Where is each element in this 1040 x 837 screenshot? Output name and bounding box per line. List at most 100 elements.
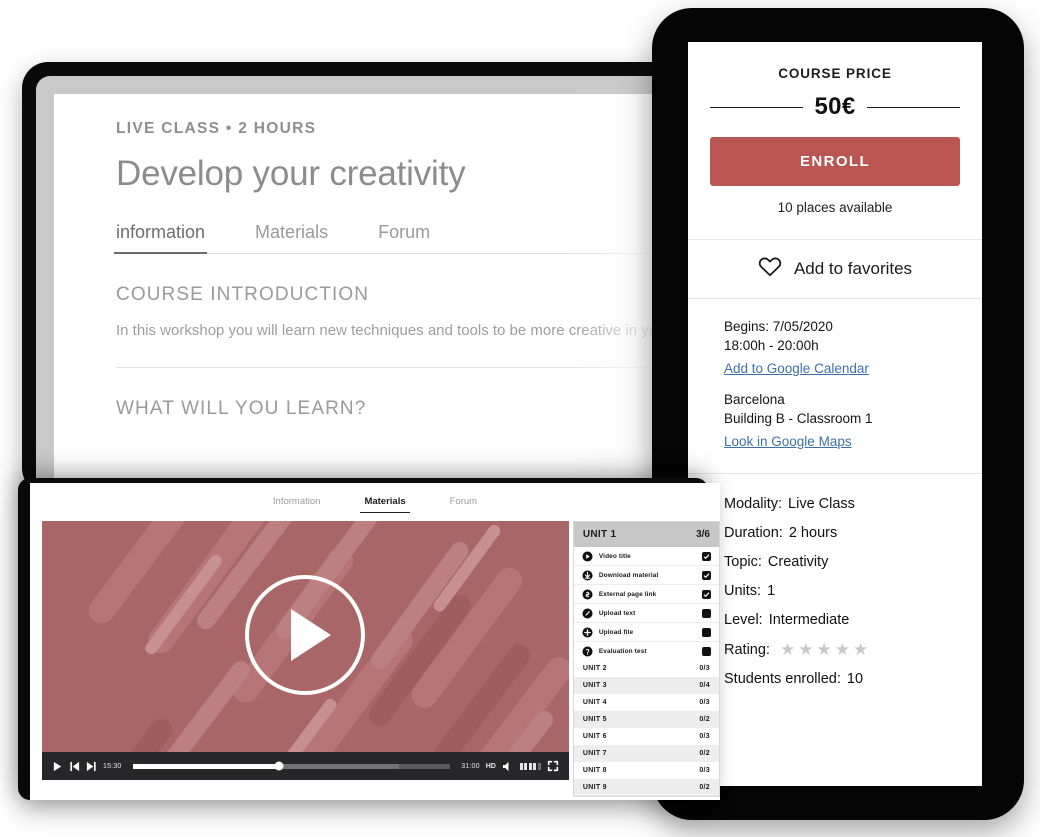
specs-block: Modality: Live Class Duration: 2 hours T… — [688, 473, 982, 709]
skip-next-icon[interactable] — [86, 761, 97, 772]
lesson-checkbox[interactable] — [702, 608, 711, 618]
tab-materials[interactable]: Materials — [255, 222, 328, 253]
lesson-checkbox[interactable] — [702, 627, 711, 637]
add-to-favorites-button[interactable]: Add to favorites — [710, 240, 960, 298]
spec-units-key: Units: — [724, 583, 762, 599]
begins-value: 7/05/2020 — [772, 319, 833, 334]
laptop-tab-information[interactable]: Information — [273, 496, 321, 513]
lesson-row[interactable]: Evaluation test — [574, 642, 719, 660]
lesson-row[interactable]: Video title — [573, 547, 719, 566]
pencil-circle-icon — [582, 607, 593, 619]
laptop-tab-materials[interactable]: Materials — [360, 496, 410, 513]
star-icon[interactable]: ★ — [780, 641, 795, 658]
lesson-checkbox[interactable] — [702, 646, 711, 656]
mockup-stage: LIVE CLASS • 2 HOURS Develop your creati… — [0, 0, 1040, 837]
video-player[interactable]: 15:30 31:00 HD — [42, 521, 569, 780]
spec-units-value: 1 — [767, 583, 776, 599]
unit-row-label: UNIT 8 — [582, 767, 607, 774]
lesson-checkbox[interactable] — [702, 570, 711, 580]
volume-icon[interactable] — [502, 761, 514, 772]
unit-row[interactable]: UNIT 5 0/2 — [573, 711, 719, 728]
price-value: 50€ — [814, 93, 856, 120]
materials-body: 15:30 31:00 HD UNIT 1 3/6 Video title Do… — [30, 521, 720, 797]
what-will-you-learn-heading: WHAT WILL YOU LEARN? — [116, 398, 367, 419]
lesson-row[interactable]: Download material — [573, 566, 719, 585]
lesson-row[interactable]: External page link — [573, 585, 719, 604]
volume-bar — [537, 762, 541, 770]
lesson-checkbox[interactable] — [702, 589, 711, 599]
spec-modality-value: Live Class — [788, 496, 855, 512]
spec-rating: Rating: ★ ★ ★ ★ ★ — [724, 641, 960, 658]
places-available-text: 10 places available — [777, 200, 893, 215]
quality-badge[interactable]: HD — [486, 763, 496, 770]
play-circle-icon — [582, 550, 593, 562]
look-in-google-maps-link[interactable]: Look in Google Maps — [724, 434, 852, 449]
progress-handle[interactable] — [274, 761, 284, 771]
lesson-row[interactable]: Upload file — [573, 623, 719, 642]
tab-forum[interactable]: Forum — [378, 222, 430, 253]
unit-row-count: 0/2 — [699, 784, 710, 791]
fullscreen-icon[interactable] — [547, 760, 559, 772]
spec-students-key: Students enrolled: — [724, 671, 841, 687]
spec-topic: Topic: Creativity — [724, 554, 960, 570]
price-rule-right — [867, 106, 961, 108]
play-button-overlay[interactable] — [245, 574, 366, 695]
volume-slider[interactable] — [519, 762, 541, 770]
unit-panel-header[interactable]: UNIT 1 3/6 — [573, 522, 719, 547]
unit-row[interactable]: UNIT 6 0/3 — [573, 728, 719, 745]
course-detail-page: LIVE CLASS • 2 HOURS Develop your creati… — [54, 94, 683, 420]
lesson-label: Upload text — [598, 609, 636, 617]
star-icon[interactable]: ★ — [816, 641, 831, 658]
unit-row[interactable]: UNIT 2 0/3 — [573, 660, 719, 677]
spec-level-value: Intermediate — [768, 612, 850, 628]
lesson-checkbox[interactable] — [702, 551, 711, 561]
add-to-google-calendar-link[interactable]: Add to Google Calendar — [724, 361, 869, 376]
spec-topic-value: Creativity — [767, 554, 829, 570]
star-icon[interactable]: ★ — [853, 641, 868, 658]
total-time: 31:00 — [461, 762, 480, 770]
spec-topic-key: Topic: — [724, 554, 762, 570]
location-city: Barcelona — [724, 392, 785, 407]
unit-row-count: 0/4 — [699, 682, 710, 689]
spec-level-key: Level: — [724, 612, 763, 628]
unit-row-count: 0/3 — [699, 767, 710, 774]
unit-row[interactable]: UNIT 4 0/3 — [573, 694, 719, 711]
volume-bar — [533, 762, 537, 770]
unit-row-count: 0/3 — [699, 733, 710, 740]
enroll-button[interactable]: ENROLL — [710, 137, 960, 186]
played-bar — [132, 763, 279, 769]
volume-bar — [519, 762, 523, 770]
price-block: COURSE PRICE 50€ ENROLL 10 places availa… — [688, 42, 982, 239]
location-room: Building B - Classroom 1 — [724, 411, 873, 426]
progress-slider[interactable] — [132, 761, 451, 771]
star-icon[interactable]: ★ — [835, 641, 850, 658]
star-icon[interactable]: ★ — [798, 641, 813, 658]
unit-row-label: UNIT 3 — [582, 682, 607, 689]
spec-duration: Duration: 2 hours — [724, 525, 960, 541]
unit-row[interactable]: UNIT 3 0/4 — [573, 677, 719, 694]
schedule-block: Begins: 7/05/2020 18:00h - 20:00h Add to… — [688, 298, 982, 473]
lesson-row[interactable]: Upload text — [573, 604, 719, 623]
lesson-label: Download material — [598, 571, 659, 579]
tab-information[interactable]: information — [113, 222, 208, 254]
laptop-tab-forum[interactable]: Forum — [450, 496, 477, 513]
spec-duration-value: 2 hours — [788, 525, 838, 541]
unit-row[interactable]: UNIT 7 0/2 — [573, 745, 719, 762]
skip-previous-icon[interactable] — [69, 761, 80, 772]
phone-screen: COURSE PRICE 50€ ENROLL 10 places availa… — [688, 42, 982, 786]
unit-row-count: 0/3 — [699, 665, 710, 672]
what-will-you-learn-section: WHAT WILL YOU LEARN? — [116, 368, 683, 420]
play-icon[interactable] — [52, 761, 63, 772]
unit-row[interactable]: UNIT 9 0/2 — [573, 779, 719, 796]
price-rule-left — [710, 106, 803, 108]
unit-row-label: UNIT 9 — [582, 784, 607, 791]
spec-level: Level: Intermediate — [724, 612, 960, 628]
unit-panel-title: UNIT 1 — [582, 529, 617, 540]
spec-duration-key: Duration: — [724, 525, 783, 541]
unit-row-count: 0/2 — [699, 750, 710, 757]
rating-stars[interactable]: ★ ★ ★ ★ ★ — [780, 641, 868, 658]
unit-row[interactable]: UNIT 8 0/3 — [573, 762, 719, 779]
spec-students-enrolled: Students enrolled: 10 — [724, 671, 960, 687]
unit-row-count: 0/3 — [699, 699, 710, 706]
